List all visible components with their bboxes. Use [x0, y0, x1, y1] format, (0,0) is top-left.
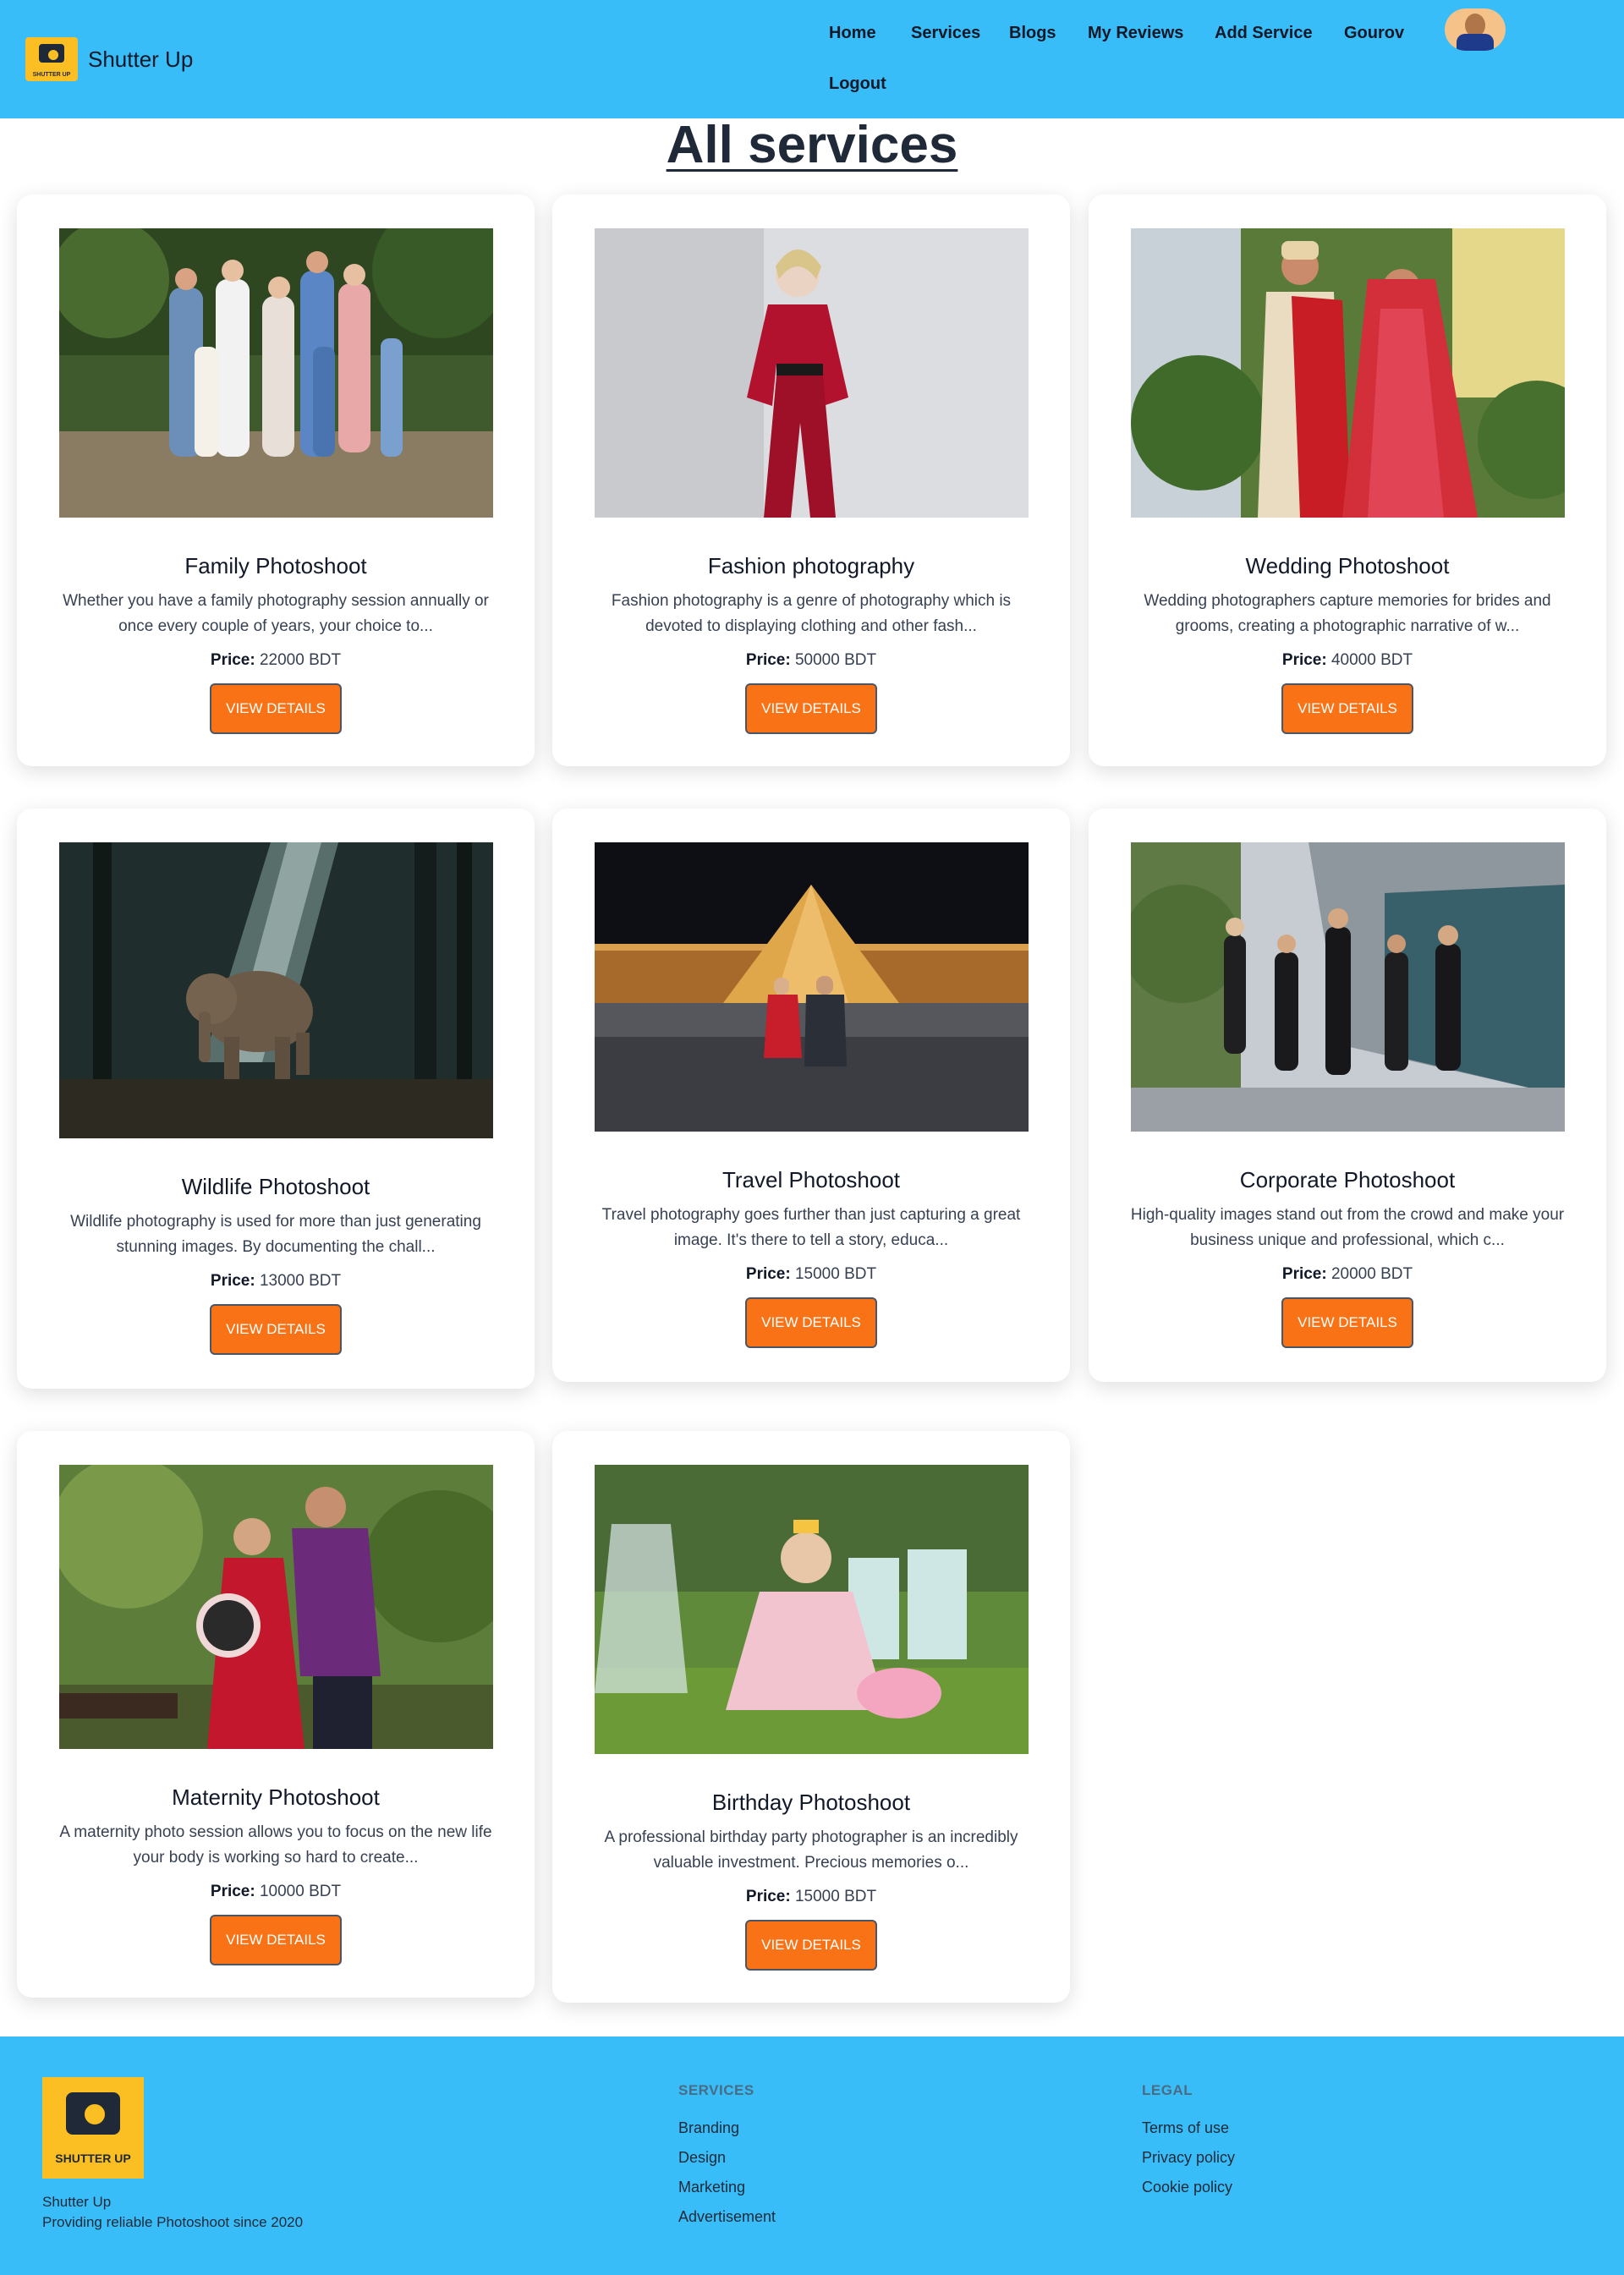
service-image-travel [595, 842, 1029, 1132]
nav-add-service[interactable]: Add Service [1215, 24, 1313, 43]
camera-logo-icon: SHUTTER UP [42, 2077, 144, 2179]
service-price: Price: 10000 BDT [210, 1883, 342, 1900]
nav-home[interactable]: Home [829, 24, 876, 43]
view-details-button[interactable]: VIEW DETAILS [1281, 1297, 1413, 1348]
footer-link-cookie[interactable]: Cookie policy [1142, 2179, 1232, 2196]
service-card: Maternity Photoshoot A maternity photo s… [17, 1431, 535, 1998]
service-card: Wedding Photoshoot Wedding photographers… [1089, 195, 1606, 766]
nav-services[interactable]: Services [911, 24, 980, 43]
view-details-button[interactable]: VIEW DETAILS [745, 683, 877, 734]
service-description: Whether you have a family photography se… [63, 592, 489, 635]
footer-brand-name: Shutter Up [42, 2194, 112, 2210]
service-title: Travel Photoshoot [721, 1167, 901, 1192]
service-title: Birthday Photoshoot [711, 1790, 911, 1815]
service-price: Price: 20000 BDT [1281, 1265, 1413, 1283]
service-image-maternity [59, 1465, 493, 1749]
service-description: A professional birthday party photograph… [604, 1828, 1018, 1872]
service-description: Wedding photographers capture memories f… [1144, 592, 1551, 635]
footer-link-marketing[interactable]: Marketing [678, 2179, 745, 2196]
service-title: Wildlife Photoshoot [181, 1174, 370, 1199]
navbar: SHUTTER UP Shutter Up Home Services Blog… [0, 0, 1624, 118]
user-avatar[interactable] [1445, 8, 1506, 51]
view-details-button[interactable]: VIEW DETAILS [1281, 683, 1413, 734]
footer-services-heading: SERVICES [678, 2082, 754, 2098]
brand[interactable]: SHUTTER UP Shutter Up [25, 37, 193, 81]
footer-link-privacy[interactable]: Privacy policy [1142, 2149, 1235, 2167]
brand-name: Shutter Up [88, 46, 194, 72]
service-card: Travel Photoshoot Travel photography goe… [552, 809, 1070, 1382]
footer-link-branding[interactable]: Branding [678, 2119, 739, 2137]
service-price: Price: 15000 BDT [745, 1888, 877, 1905]
service-price: Price: 50000 BDT [745, 651, 877, 669]
service-description: Fashion photography is a genre of photog… [611, 592, 1012, 635]
service-title: Family Photoshoot [184, 553, 367, 578]
service-card: Wildlife Photoshoot Wildlife photography… [17, 809, 535, 1389]
service-image-family [59, 228, 493, 518]
service-image-birthday [595, 1465, 1029, 1754]
service-card: Corporate Photoshoot High-quality images… [1089, 809, 1606, 1382]
service-price: Price: 15000 BDT [745, 1265, 877, 1283]
service-title: Wedding Photoshoot [1245, 553, 1450, 578]
view-details-button[interactable]: VIEW DETAILS [210, 1304, 342, 1355]
service-description: High-quality images stand out from the c… [1130, 1206, 1565, 1249]
service-description: Wildlife photography is used for more th… [70, 1213, 481, 1256]
service-price: Price: 40000 BDT [1281, 651, 1413, 669]
nav-blogs[interactable]: Blogs [1009, 24, 1056, 43]
service-image-wildlife [59, 842, 493, 1138]
service-image-wedding [1131, 228, 1565, 518]
view-details-button[interactable]: VIEW DETAILS [210, 1915, 342, 1965]
footer: SHUTTER UP Shutter Up Providing reliable… [0, 2037, 1624, 2275]
view-details-button[interactable]: VIEW DETAILS [745, 1297, 877, 1348]
service-card: Fashion photography Fashion photography … [552, 195, 1070, 766]
nav-user-name[interactable]: Gourov [1344, 24, 1404, 43]
nav-logout[interactable]: Logout [829, 74, 886, 94]
page-title: All services [666, 116, 958, 174]
footer-tagline: Providing reliable Photoshoot since 2020 [42, 2214, 304, 2230]
service-card: Birthday Photoshoot A professional birth… [552, 1431, 1070, 2003]
service-image-fashion [595, 228, 1029, 518]
nav-my-reviews[interactable]: My Reviews [1088, 24, 1183, 43]
service-title: Fashion photography [707, 553, 915, 578]
service-description: A maternity photo session allows you to … [59, 1823, 492, 1867]
service-image-corporate [1131, 842, 1565, 1132]
service-title: Maternity Photoshoot [172, 1784, 380, 1810]
service-card: Family Photoshoot Whether you have a fam… [17, 195, 535, 766]
service-description: Travel photography goes further than jus… [601, 1206, 1021, 1249]
service-price: Price: 13000 BDT [210, 1272, 342, 1290]
view-details-button[interactable]: VIEW DETAILS [745, 1920, 877, 1971]
footer-link-advertisement[interactable]: Advertisement [678, 2208, 776, 2226]
view-details-button[interactable]: VIEW DETAILS [210, 683, 342, 734]
service-price: Price: 22000 BDT [210, 651, 342, 669]
footer-link-terms[interactable]: Terms of use [1142, 2119, 1229, 2137]
service-title: Corporate Photoshoot [1239, 1167, 1456, 1192]
camera-logo-icon: SHUTTER UP [25, 37, 78, 81]
footer-legal-heading: LEGAL [1142, 2082, 1193, 2098]
footer-link-design[interactable]: Design [678, 2149, 726, 2167]
